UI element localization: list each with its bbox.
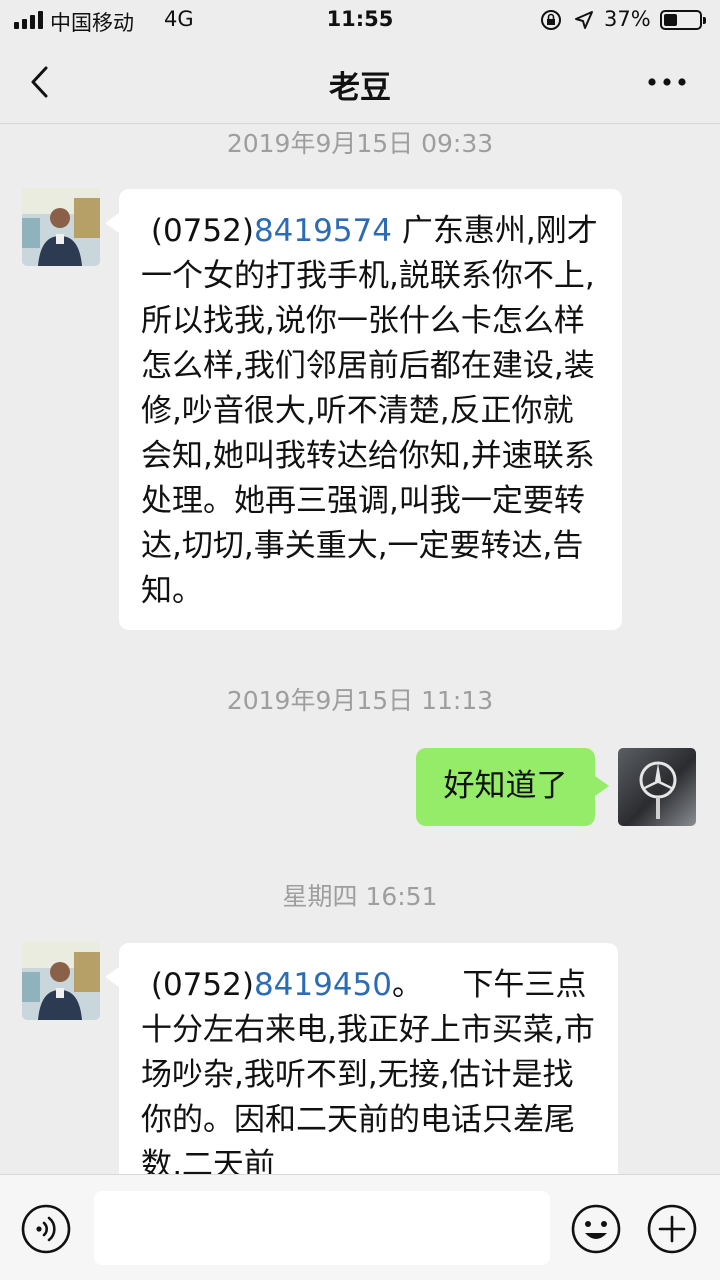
message-bubble-received[interactable]: (0752)8419574 广东惠州,刚才一个女的打我手机,説联系你不上,所以找… xyxy=(105,189,622,630)
contact-avatar[interactable] xyxy=(22,188,100,266)
contact-avatar-image xyxy=(22,188,100,266)
mercedes-logo-avatar-image xyxy=(618,748,696,826)
message-text: (0752)8419574 广东惠州,刚才一个女的打我手机,説联系你不上,所以找… xyxy=(141,213,598,609)
voice-icon[interactable] xyxy=(20,1203,72,1255)
battery-percent: 37% xyxy=(604,7,651,31)
contact-avatar[interactable] xyxy=(22,942,100,1020)
message-bubble-received[interactable]: (0752)8419450。 下午三点十分左右来电,我正好上市买菜,市场吵杂,我… xyxy=(105,943,618,1174)
rotation-lock-icon xyxy=(541,10,561,30)
nav-bar: 老豆 xyxy=(0,40,720,124)
input-bar xyxy=(0,1174,720,1280)
my-avatar[interactable] xyxy=(618,748,696,826)
phone-number-link[interactable]: 8419450 xyxy=(254,967,392,1003)
message-input[interactable] xyxy=(94,1191,550,1265)
plus-icon[interactable] xyxy=(646,1203,698,1255)
message-timestamp: 2019年9月15日 11:13 xyxy=(226,686,494,715)
message-bubble-sent[interactable]: 好知道了 xyxy=(416,748,609,826)
battery-icon xyxy=(660,10,706,30)
more-dots-icon[interactable] xyxy=(640,68,694,96)
phone-number-link[interactable]: 8419574 xyxy=(254,213,392,249)
emoji-icon[interactable] xyxy=(570,1203,622,1255)
message-text: 好知道了 xyxy=(443,768,568,804)
message-timestamp: 星期四 16:51 xyxy=(282,882,438,911)
contact-avatar-image xyxy=(22,942,100,1020)
chat-title: 老豆 xyxy=(329,70,391,106)
location-icon xyxy=(575,11,593,29)
chat-message-list[interactable]: 2019年9月15日 09:33 (0752)8419574 广东惠州,刚才一个… xyxy=(0,124,720,1174)
status-bar: 中国移动 4G 11:55 37% xyxy=(0,0,720,40)
message-timestamp: 2019年9月15日 09:33 xyxy=(226,129,494,158)
message-text: (0752)8419450。 下午三点十分左右来电,我正好上市买菜,市场吵杂,我… xyxy=(141,967,595,1174)
